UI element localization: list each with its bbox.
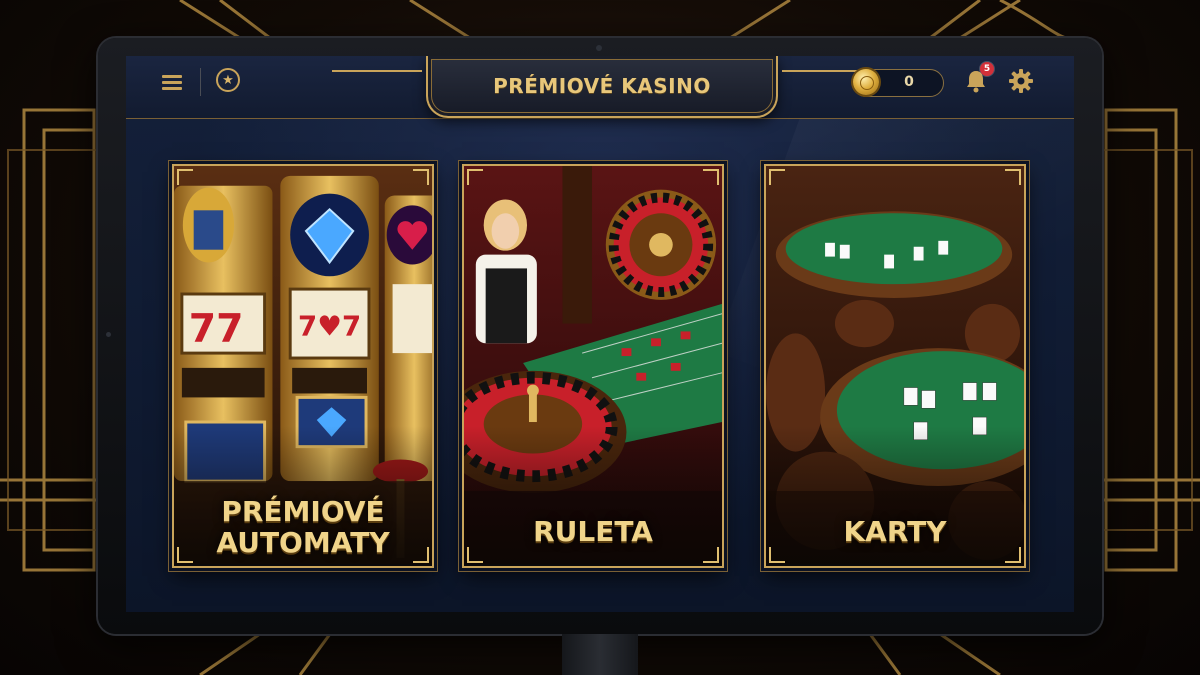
top-bar: ★ PRÉMIOVÉ KASINO 0 5 <box>126 56 1074 119</box>
hamburger-menu-icon[interactable] <box>158 68 186 96</box>
game-card-title: PRÉMIOVÉ AUTOMATY <box>216 495 390 559</box>
svg-text:77: 77 <box>189 305 244 351</box>
gold-coin-icon <box>853 69 879 95</box>
page-title: PRÉMIOVÉ KASINO <box>493 74 711 98</box>
divider <box>200 68 201 96</box>
sensor-dot <box>106 332 111 337</box>
game-card-cards[interactable]: KARTY <box>764 164 1026 568</box>
monitor-stand <box>562 634 638 675</box>
monitor: ★ PRÉMIOVÉ KASINO 0 5 77 7♥7 PRÉMIOVÉ AU… <box>98 38 1102 634</box>
gear-icon[interactable] <box>1008 68 1034 94</box>
game-card-slots[interactable]: 77 7♥7 PRÉMIOVÉ AUTOMATY <box>172 164 434 568</box>
title-plaque: PRÉMIOVÉ KASINO <box>332 56 872 118</box>
svg-text:7♥7: 7♥7 <box>298 309 361 342</box>
game-card-title: KARTY <box>843 515 947 548</box>
favorites-star-icon[interactable]: ★ <box>216 68 240 92</box>
balance-value: 0 <box>904 74 914 90</box>
notification-badge: 5 <box>980 62 994 76</box>
app-screen: ★ PRÉMIOVÉ KASINO 0 5 77 7♥7 PRÉMIOVÉ AU… <box>126 56 1074 612</box>
game-card-roulette[interactable]: RULETA <box>462 164 724 568</box>
coin-balance[interactable]: 0 <box>852 69 944 97</box>
game-card-title: RULETA <box>533 515 653 548</box>
camera-dot <box>596 45 602 51</box>
